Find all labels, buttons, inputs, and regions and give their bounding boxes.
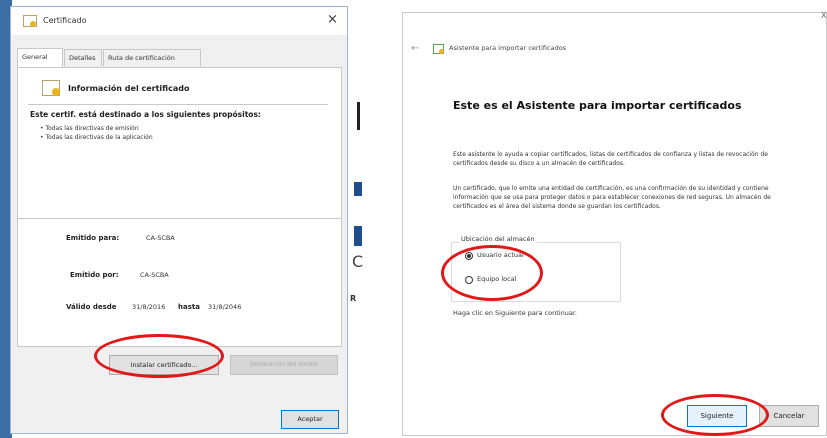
background-fragment xyxy=(354,182,362,196)
background-fragment-text: C xyxy=(352,252,364,271)
install-certificate-button[interactable]: Instalar certificado... xyxy=(109,355,219,375)
radio-current-user[interactable]: Usuario actual xyxy=(465,251,565,263)
continue-hint: Haga clic en Siguiente para continuar. xyxy=(453,309,577,317)
wizard-description: Este asistente lo ayuda a copiar certifi… xyxy=(453,151,768,167)
issued-to-label: Emitido para: xyxy=(66,234,120,242)
valid-from-value: 31/8/2016 xyxy=(132,303,166,311)
info-heading: Información del certificado xyxy=(68,84,190,93)
valid-from-label: Válido desde xyxy=(66,303,117,311)
radio-local-machine[interactable]: Equipo local xyxy=(465,275,565,287)
close-icon[interactable]: X xyxy=(821,11,826,20)
wizard-title: Asistente para importar certificados xyxy=(449,44,567,52)
radio-label: Equipo local xyxy=(477,275,517,283)
wizard-description: Un certificado, que lo emite una entidad… xyxy=(453,185,771,210)
tab-general[interactable]: General xyxy=(17,48,63,67)
certificate-info-icon xyxy=(42,80,60,96)
close-icon[interactable]: × xyxy=(327,12,338,27)
tab-details[interactable]: Detalles xyxy=(64,49,102,66)
valid-to-value: 31/8/2046 xyxy=(208,303,242,311)
import-wizard-dialog: X ← Asistente para importar certificados… xyxy=(402,11,827,436)
divider xyxy=(28,104,328,105)
certificate-purpose-box: Información del certificado Este certif.… xyxy=(18,68,341,219)
wizard-certificate-icon xyxy=(433,44,444,54)
next-button[interactable]: Siguiente xyxy=(687,405,747,427)
background-fragment xyxy=(354,226,362,246)
purpose-item: • Todas las directivas de emisión xyxy=(40,125,139,132)
cancel-button[interactable]: Cancelar xyxy=(759,405,819,427)
purposes-title: Este certif. está destinado a los siguie… xyxy=(30,110,261,119)
accept-button[interactable]: Aceptar xyxy=(281,410,339,429)
background-fragment xyxy=(357,102,360,130)
certificate-icon xyxy=(23,15,37,27)
valid-to-label: hasta xyxy=(178,303,200,311)
back-arrow-icon[interactable]: ← xyxy=(411,43,419,54)
dialog-title: Certificado xyxy=(43,16,87,25)
issuer-statement-button[interactable]: Declaración del emisor xyxy=(230,355,338,375)
background-fragment-text: R xyxy=(350,294,357,303)
radio-button[interactable] xyxy=(465,276,473,284)
certificate-info-panel: Información del certificado Este certif.… xyxy=(17,67,342,347)
issued-by-label: Emitido por: xyxy=(70,271,119,279)
dialog-titlebar: Certificado × xyxy=(11,7,347,35)
radio-button-checked[interactable] xyxy=(465,252,473,260)
issued-to-value: CA-SCBA xyxy=(146,234,175,242)
issued-by-value: CA-SCBA xyxy=(140,271,169,279)
wizard-heading: Este es el Asistente para importar certi… xyxy=(453,99,742,112)
tab-certification-path[interactable]: Ruta de certificación xyxy=(103,49,201,66)
radio-label: Usuario actual xyxy=(477,251,524,259)
store-location-legend: Ubicación del almacén xyxy=(459,235,537,243)
purpose-item: • Todas las directivas de la aplicación xyxy=(40,134,153,141)
certificate-dialog: Certificado × General Detalles Ruta de c… xyxy=(10,6,348,434)
